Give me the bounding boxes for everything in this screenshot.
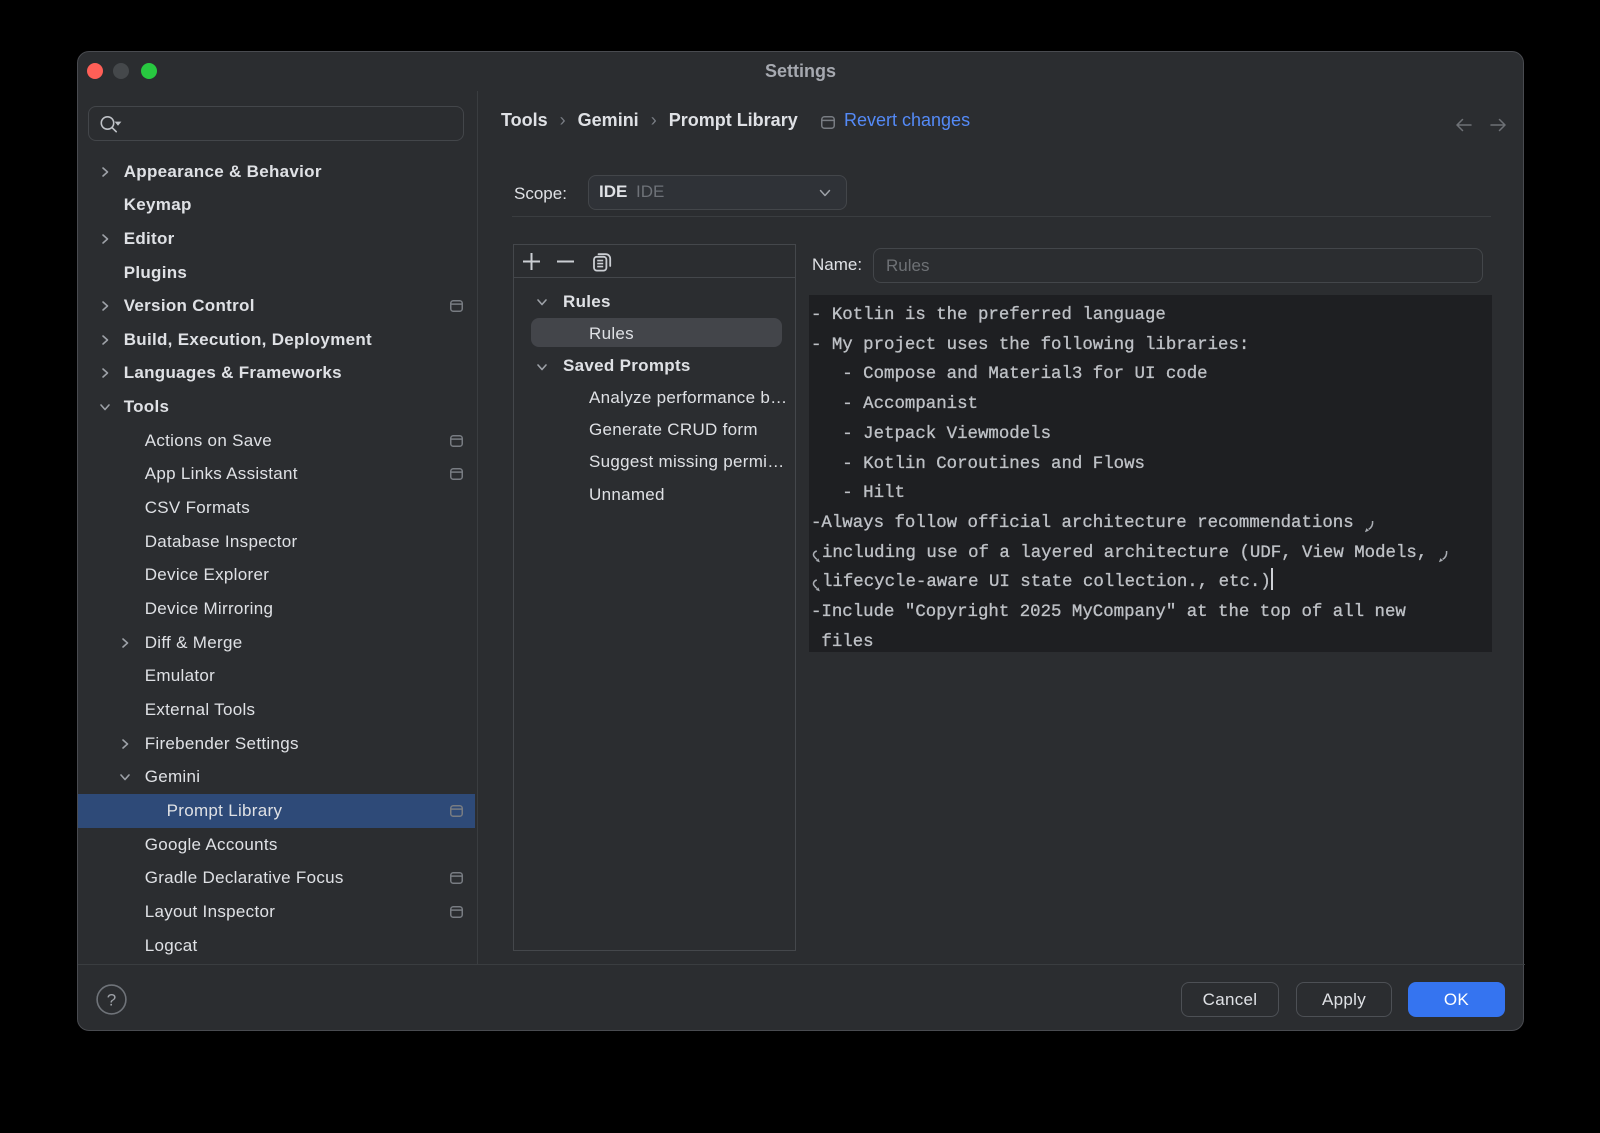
svg-text:?: ? bbox=[107, 991, 116, 1010]
